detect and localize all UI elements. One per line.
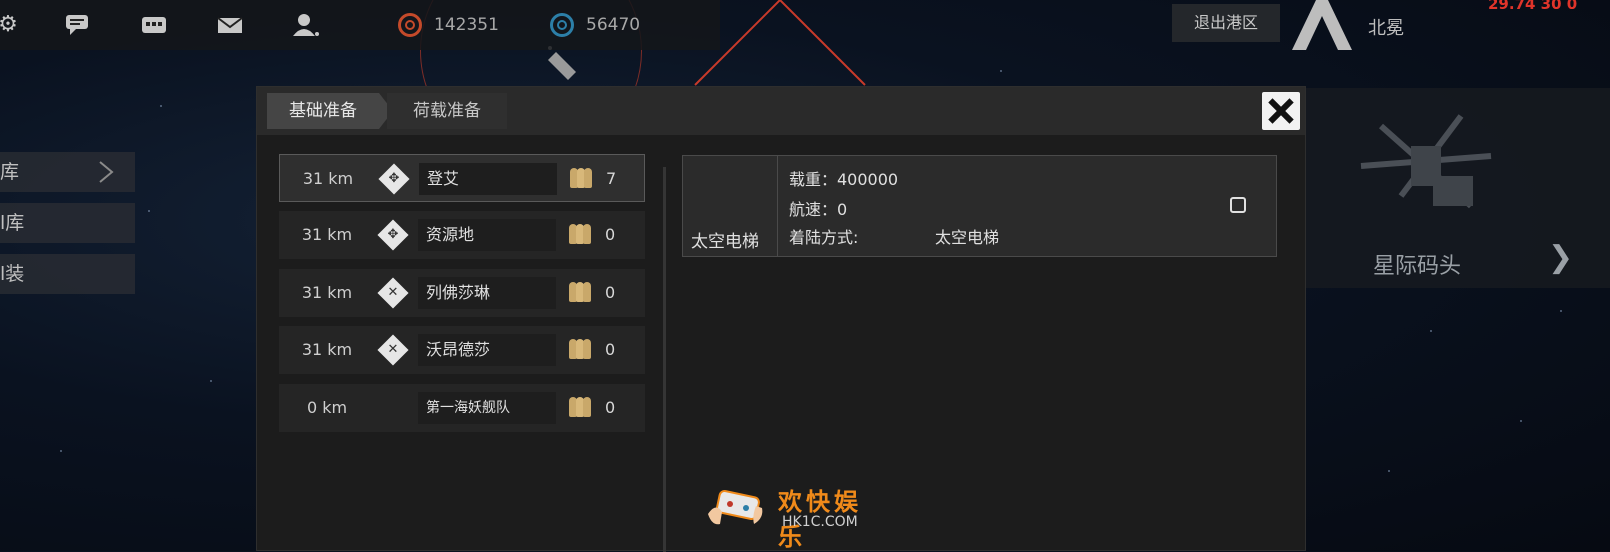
speed-value: 航速：0: [789, 200, 848, 219]
energy-value: 56470: [586, 15, 641, 35]
crew-icon: [569, 282, 591, 304]
sidebar-item-label: l库: [0, 212, 25, 234]
dialog-header: 基础准备 荷载准备: [257, 87, 1305, 135]
credits-icon: [398, 13, 422, 37]
gamepad-hands-logo: [708, 490, 763, 525]
crew-icon: [569, 339, 591, 361]
crew-icon: [569, 224, 591, 246]
close-icon[interactable]: [1262, 92, 1300, 130]
landing-option-title: 太空电梯: [691, 232, 759, 252]
user-icon[interactable]: [292, 12, 320, 38]
attack-target-icon: ✕: [377, 334, 409, 366]
coordinates-readout: 29.74 30 0: [1488, 0, 1578, 13]
energy-counter: 56470: [550, 10, 640, 40]
sidebar-item-1[interactable]: 库: [0, 152, 135, 192]
destination-distance: 31 km: [301, 283, 353, 302]
mail-icon[interactable]: [216, 12, 244, 38]
panel-divider: [663, 167, 666, 552]
energy-icon: [550, 13, 574, 37]
star: [1560, 310, 1562, 312]
destination-crew-count: 7: [606, 169, 617, 188]
move-target-icon: ✥: [377, 219, 409, 251]
attack-target-icon: ✕: [377, 277, 409, 309]
faction-logo-icon: [1292, 0, 1352, 50]
load-capacity: 载重：400000: [789, 170, 899, 189]
star: [1388, 470, 1390, 472]
watermark: 欢快娱乐 HK1C.COM: [706, 480, 886, 551]
star: [1000, 70, 1002, 72]
top-bar: ⚙ 142351 56470: [0, 0, 720, 50]
credits-value: 142351: [434, 15, 499, 35]
destination-row[interactable]: 31 km ✕ 列佛莎琳 0: [279, 269, 645, 317]
gear-icon[interactable]: ⚙: [0, 12, 22, 38]
destination-name: 资源地: [418, 219, 556, 251]
destination-row[interactable]: 31 km ✥ 资源地 0: [279, 211, 645, 259]
destination-name: 沃昂德莎: [418, 334, 556, 366]
star: [210, 380, 212, 382]
tab-basic-prep[interactable]: 基础准备: [267, 93, 393, 129]
destination-crew-count: 0: [605, 225, 616, 244]
chat-icon[interactable]: [64, 12, 92, 38]
message-icon[interactable]: [140, 12, 168, 38]
crew-icon: [570, 168, 592, 190]
chevron-right-icon[interactable]: ❯: [1548, 240, 1573, 275]
destination-distance: 31 km: [301, 225, 353, 244]
sidebar-item-2[interactable]: l库: [0, 203, 135, 243]
destination-name: 列佛莎琳: [418, 277, 556, 309]
star: [1520, 420, 1522, 422]
star-dock-label: 星际码头: [1373, 254, 1462, 279]
destination-row[interactable]: 31 km ✥ 登艾 7: [279, 154, 645, 202]
credits-counter: 142351: [398, 10, 499, 40]
chevron-right-icon: [99, 161, 114, 183]
star: [160, 105, 162, 107]
crew-icon: [569, 397, 591, 419]
tab-payload-prep[interactable]: 荷载准备: [387, 93, 507, 129]
space-station-icon: [1360, 114, 1492, 209]
star: [1430, 330, 1432, 332]
star: [60, 450, 62, 452]
landing-option-card[interactable]: 太空电梯 载重：400000 航速：0 着陆方式: 太空电梯: [682, 155, 1277, 257]
sidebar-item-3[interactable]: l装: [0, 254, 135, 294]
destination-crew-count: 0: [605, 398, 616, 417]
destination-crew-count: 0: [605, 340, 616, 359]
star-dock-panel[interactable]: 星际码头 ❯: [1305, 88, 1610, 288]
select-checkbox[interactable]: [1230, 197, 1246, 213]
sidebar-item-label: l装: [0, 263, 25, 285]
destination-distance: 31 km: [301, 340, 353, 359]
landing-option-title-cell: 太空电梯: [683, 156, 778, 256]
destination-crew-count: 0: [605, 283, 616, 302]
exit-port-button[interactable]: 退出港区: [1172, 4, 1280, 42]
star: [148, 210, 150, 212]
landing-method-value: 太空电梯: [935, 228, 1000, 247]
region-name: 北冕: [1368, 18, 1404, 39]
destination-distance: 31 km: [302, 169, 354, 188]
landing-method-label: 着陆方式:: [789, 228, 859, 247]
destination-distance: 0 km: [306, 398, 348, 417]
move-target-icon: ✥: [378, 163, 410, 195]
destination-row[interactable]: 31 km ✕ 沃昂德莎 0: [279, 326, 645, 374]
destination-name: 第一海妖舰队: [418, 392, 556, 424]
destination-row[interactable]: 0 km 第一海妖舰队 0: [279, 384, 645, 432]
destination-name: 登艾: [419, 163, 557, 195]
watermark-url: HK1C.COM: [782, 514, 858, 530]
sidebar-item-label: 库: [0, 161, 20, 183]
